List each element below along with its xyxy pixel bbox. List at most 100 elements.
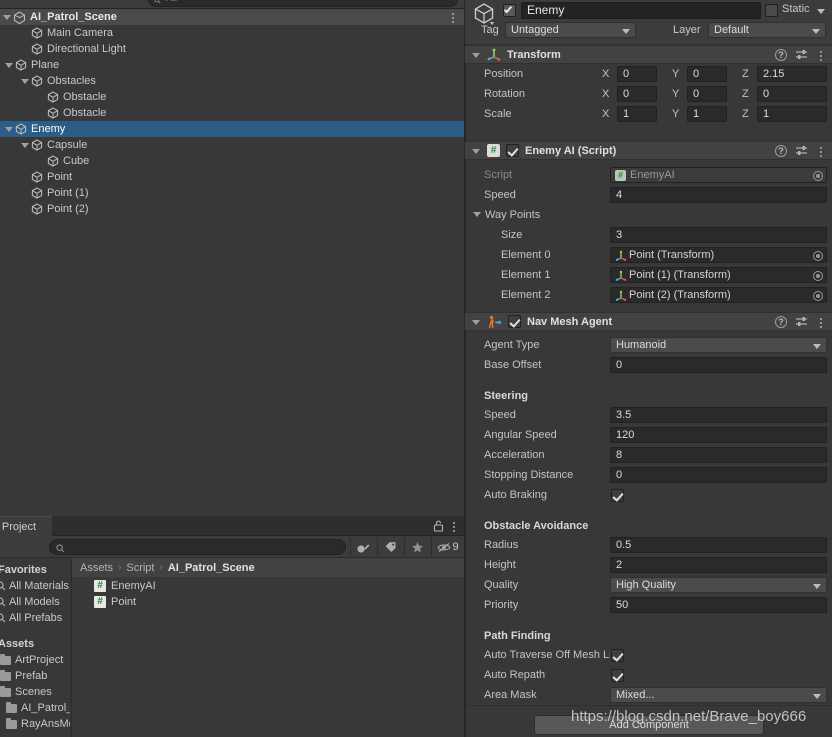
hierarchy-item-obstacles[interactable]: Obstacles xyxy=(0,73,464,89)
position-z-input[interactable]: 2.15 xyxy=(757,66,827,82)
asset-folder-item[interactable]: Scenes xyxy=(0,684,70,700)
speed-input[interactable]: 3.5 xyxy=(610,407,827,423)
hierarchy-item-point-2[interactable]: Point (2) xyxy=(0,201,464,217)
object-picker-icon[interactable] xyxy=(813,251,823,261)
lock-icon[interactable] xyxy=(433,520,444,532)
auto-repath-checkbox[interactable] xyxy=(611,668,624,682)
element-0-object-field[interactable]: Point (Transform) xyxy=(610,247,827,263)
foldout-icon[interactable] xyxy=(20,140,31,151)
hierarchy-item-plane[interactable]: Plane xyxy=(0,57,464,73)
rotation-y-input[interactable]: 0 xyxy=(687,86,727,102)
hierarchy-item-enemy[interactable]: Enemy xyxy=(0,121,464,137)
breadcrumb-item[interactable]: AI_Patrol_Scene xyxy=(168,562,255,574)
enemy-ai-enabled-checkbox[interactable] xyxy=(506,144,519,157)
nav-mesh-agent-header[interactable]: Nav Mesh Agent ? xyxy=(465,312,832,331)
script-object-field[interactable]: # EnemyAI xyxy=(610,167,827,183)
rotation-z-input[interactable]: 0 xyxy=(757,86,827,102)
project-file-row[interactable]: # EnemyAI xyxy=(72,578,464,594)
object-picker-icon[interactable] xyxy=(813,271,823,281)
preset-icon[interactable] xyxy=(795,316,808,328)
scale-z-input[interactable]: 1 xyxy=(757,106,827,122)
asset-folder-item[interactable]: Prefab xyxy=(0,668,70,684)
project-search-input[interactable] xyxy=(49,539,346,555)
transform-foldout-icon[interactable] xyxy=(471,49,483,61)
foldout-icon[interactable] xyxy=(4,60,15,71)
filter-by-type-button[interactable] xyxy=(350,537,376,557)
area-mask-dropdown[interactable]: Mixed... xyxy=(610,687,827,703)
gameobject-name-input[interactable]: Enemy xyxy=(521,2,761,19)
project-file-row[interactable]: # Point xyxy=(72,594,464,610)
base-offset-input[interactable]: 0 xyxy=(610,357,827,373)
transform-menu-icon[interactable] xyxy=(816,49,826,61)
help-icon[interactable]: ? xyxy=(775,49,787,61)
waypoints-foldout-icon[interactable] xyxy=(473,209,484,220)
hierarchy-item-obstacle[interactable]: Obstacle xyxy=(0,105,464,121)
auto-traverse-off-mesh-link-checkbox[interactable] xyxy=(611,648,624,662)
favorite-item[interactable]: All Models xyxy=(0,594,70,610)
filter-by-label-button[interactable] xyxy=(377,537,403,557)
hierarchy-item-capsule[interactable]: Capsule xyxy=(0,137,464,153)
add-component-button[interactable]: Add Component xyxy=(534,715,764,735)
nav-mesh-agent-menu-icon[interactable] xyxy=(816,316,826,328)
asset-folder-item[interactable]: AI_Patrol_Scene xyxy=(0,700,70,716)
radius-input[interactable]: 0.5 xyxy=(610,537,827,553)
asset-folder-item[interactable]: RayAnsMouse xyxy=(0,716,70,732)
favorite-item[interactable]: All Materials xyxy=(0,578,70,594)
priority-input[interactable]: 50 xyxy=(610,597,827,613)
angular-speed-input[interactable]: 120 xyxy=(610,427,827,443)
hierarchy-scene-row[interactable]: AI_Patrol_Scene xyxy=(0,9,464,25)
element-1-object-field[interactable]: Point (1) (Transform) xyxy=(610,267,827,283)
object-picker-icon[interactable] xyxy=(813,291,823,301)
preset-icon[interactable] xyxy=(795,145,808,157)
asset-folder-item[interactable]: ArtProject xyxy=(0,652,70,668)
hierarchy-item-main-camera[interactable]: Main Camera xyxy=(0,25,464,41)
help-icon[interactable]: ? xyxy=(775,316,787,328)
rotation-x-input[interactable]: 0 xyxy=(617,86,657,102)
property-position: Position X 0 Y 0 Z 2.15 xyxy=(465,64,832,84)
project-options-icon[interactable] xyxy=(449,520,459,532)
object-picker-icon[interactable] xyxy=(813,171,823,181)
hierarchy-item-cube[interactable]: Cube xyxy=(0,153,464,169)
quality-dropdown[interactable]: High Quality xyxy=(610,577,827,593)
hierarchy-item-obstacle[interactable]: Obstacle xyxy=(0,89,464,105)
position-x-input[interactable]: 0 xyxy=(617,66,657,82)
breadcrumb-item[interactable]: Script xyxy=(126,562,154,574)
hierarchy-options-icon[interactable] xyxy=(448,11,458,23)
hierarchy-search-input[interactable]: All xyxy=(148,0,458,7)
nav-mesh-agent-foldout-icon[interactable] xyxy=(471,316,483,328)
static-checkbox[interactable] xyxy=(765,4,778,17)
enemy-ai-menu-icon[interactable] xyxy=(816,145,826,157)
auto-braking-checkbox[interactable] xyxy=(611,488,624,502)
acceleration-input[interactable]: 8 xyxy=(610,447,827,463)
filter-favorites-button[interactable] xyxy=(404,537,430,557)
nav-mesh-agent-enabled-checkbox[interactable] xyxy=(508,315,521,328)
scale-x-input[interactable]: 1 xyxy=(617,106,657,122)
hierarchy-item-point-1[interactable]: Point (1) xyxy=(0,185,464,201)
help-icon[interactable]: ? xyxy=(775,145,787,157)
static-dropdown-icon[interactable] xyxy=(817,9,825,14)
scene-foldout-icon[interactable] xyxy=(2,12,13,23)
enemy-ai-foldout-icon[interactable] xyxy=(471,145,483,157)
stopping-distance-input[interactable]: 0 xyxy=(610,467,827,483)
element-2-object-field[interactable]: Point (2) (Transform) xyxy=(610,287,827,303)
agent-type-dropdown[interactable]: Humanoid xyxy=(610,337,827,353)
size-input[interactable]: 3 xyxy=(610,227,827,243)
scale-y-input[interactable]: 1 xyxy=(687,106,727,122)
height-input[interactable]: 2 xyxy=(610,557,827,573)
speed-input[interactable]: 4 xyxy=(610,187,827,203)
layer-dropdown[interactable]: Default xyxy=(708,22,826,38)
tag-dropdown[interactable]: Untagged xyxy=(505,22,636,38)
foldout-icon[interactable] xyxy=(4,124,15,135)
foldout-icon[interactable] xyxy=(20,76,31,87)
tab-project[interactable]: Project xyxy=(0,516,52,536)
position-y-input[interactable]: 0 xyxy=(687,66,727,82)
transform-header[interactable]: Transform ? xyxy=(465,45,832,64)
gameobject-enabled-checkbox[interactable] xyxy=(503,4,516,17)
breadcrumb-item[interactable]: Assets xyxy=(80,562,113,574)
hierarchy-item-point[interactable]: Point xyxy=(0,169,464,185)
enemy-ai-header[interactable]: # Enemy AI (Script) ? xyxy=(465,141,832,160)
preset-icon[interactable] xyxy=(795,49,808,61)
favorite-item[interactable]: All Prefabs xyxy=(0,610,70,626)
hierarchy-item-directional-light[interactable]: Directional Light xyxy=(0,41,464,57)
hidden-packages-toggle[interactable]: 9 xyxy=(437,541,459,553)
